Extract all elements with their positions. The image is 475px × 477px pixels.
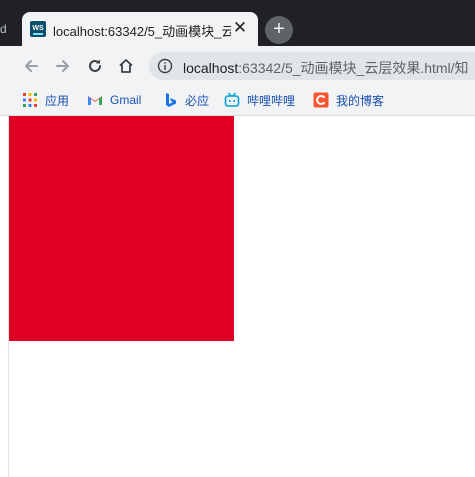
tab-title: localhost:63342/5_动画模块_云 [53,24,231,39]
tab-close-icon[interactable]: ✕ [230,18,250,38]
bookmark-label: 我的博客 [336,93,385,108]
bookmark-label: 哔哩哔哩 [247,93,296,108]
bookmark-gmail[interactable]: Gmail [87,91,141,109]
tab-strip: d WS localhost:63342/5_动画模块_云 ✕ + [0,0,475,46]
browser-toolbar: localhost:63342/5_动画模块_云层效果.html/知 [0,46,475,86]
red-box [9,116,234,341]
url-path: :63342/5_动画模块_云层效果.html/知 [238,60,469,76]
url-host: localhost [183,60,239,76]
new-tab-button[interactable]: + [265,16,293,44]
bookmarks-bar: 应用 Gmail 必应 哔哩哔哩 我的博客 [0,86,475,116]
home-icon[interactable] [114,54,138,78]
active-tab[interactable]: WS localhost:63342/5_动画模块_云 ✕ [22,12,258,46]
page-content [0,116,475,477]
csdn-icon [313,92,329,108]
bookmark-blog[interactable]: 我的博客 [313,91,384,109]
bookmark-label: Gmail [110,93,142,107]
bookmark-label: 应用 [45,93,70,108]
bookmark-bilibili[interactable]: 哔哩哔哩 [224,91,295,109]
site-info-icon[interactable] [157,58,173,79]
left-gutter [0,116,9,477]
bing-icon [162,92,178,108]
bilibili-icon [224,92,240,108]
bookmark-label: 必应 [185,93,210,108]
address-bar[interactable]: localhost:63342/5_动画模块_云层效果.html/知 [149,52,475,80]
bookmark-apps[interactable]: 应用 [22,91,69,109]
partial-window-text: d [0,22,7,36]
forward-arrow-icon[interactable] [51,54,75,78]
webstorm-favicon-icon: WS [30,21,46,37]
bookmark-bing[interactable]: 必应 [162,91,209,109]
reload-icon[interactable] [83,54,107,78]
gmail-icon [87,92,103,108]
back-arrow-icon[interactable] [19,54,43,78]
apps-grid-icon [22,92,38,108]
url-text: localhost:63342/5_动画模块_云层效果.html/知 [183,58,469,78]
